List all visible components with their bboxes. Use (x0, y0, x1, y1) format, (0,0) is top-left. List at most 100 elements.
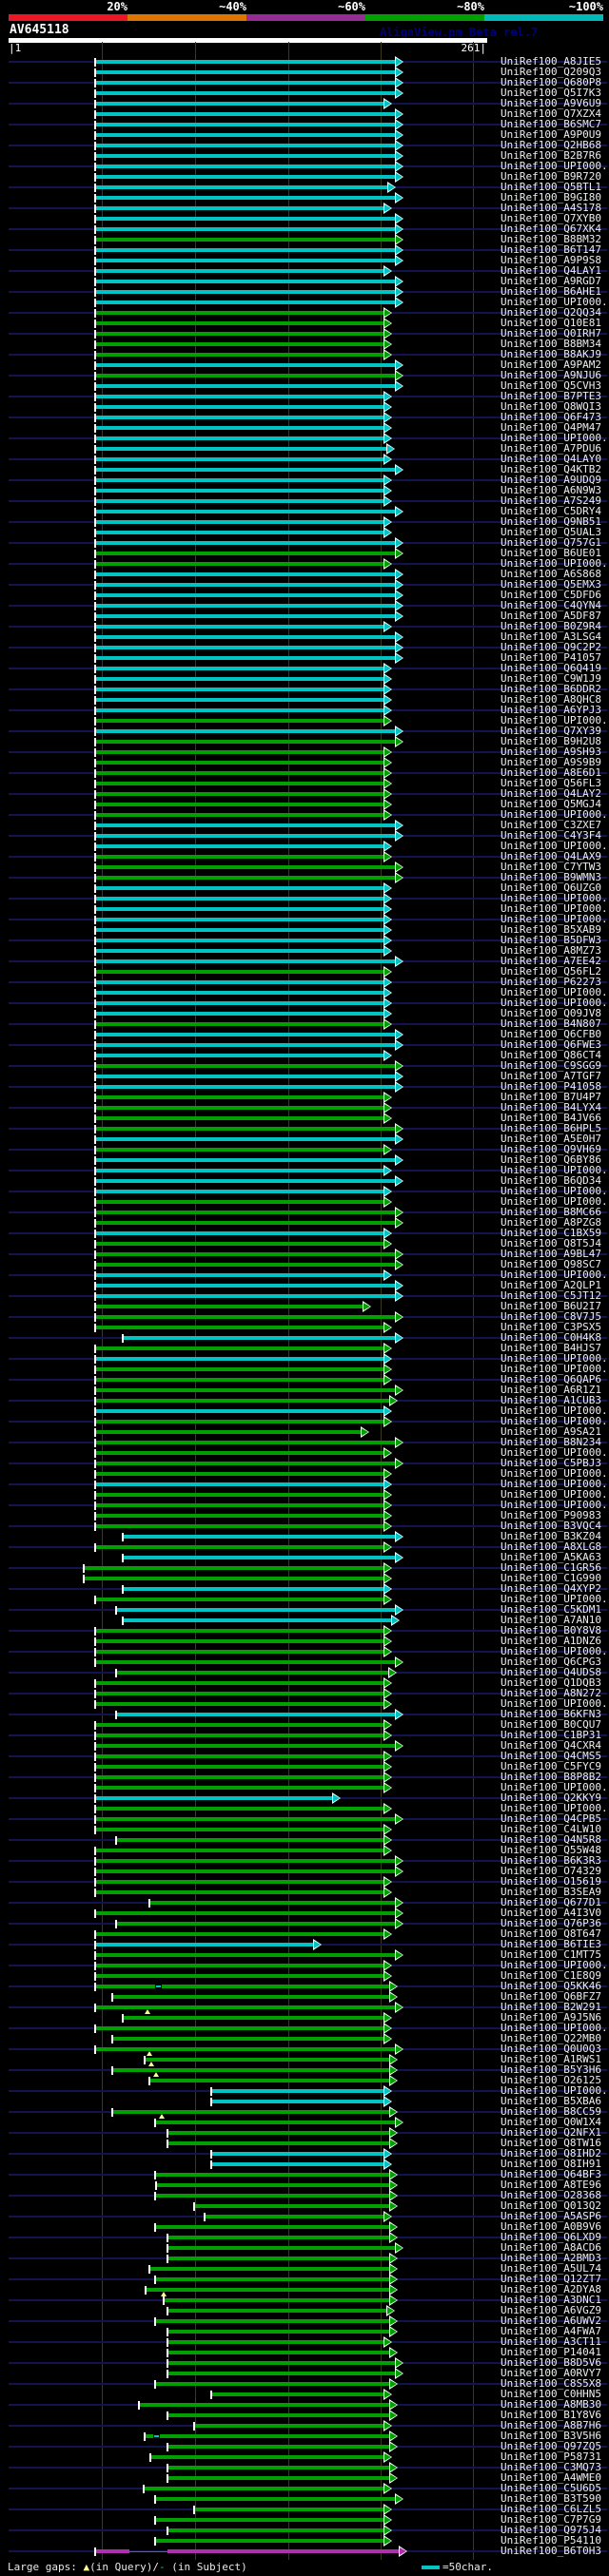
alignment-bar[interactable] (167, 2549, 401, 2553)
alignment-bar[interactable] (211, 2162, 385, 2166)
alignment-bar[interactable] (95, 1754, 385, 1758)
alignment-bar[interactable] (95, 1273, 385, 1277)
alignment-bar[interactable] (95, 2047, 397, 2051)
alignment-bar[interactable] (95, 1880, 385, 1884)
alignment-bar[interactable] (95, 635, 397, 639)
alignment-bar[interactable] (95, 1242, 385, 1246)
alignment-bar[interactable] (95, 1085, 397, 1089)
alignment-bar[interactable] (95, 1985, 391, 1988)
alignment-bar[interactable] (155, 2121, 397, 2124)
alignment-bar[interactable] (211, 2100, 385, 2103)
alignment-bar[interactable] (95, 834, 397, 838)
alignment-bar[interactable] (95, 1221, 397, 1225)
alignment-bar[interactable] (95, 1932, 385, 1936)
alignment-bar[interactable] (145, 2058, 391, 2062)
alignment-bar[interactable] (123, 1618, 393, 1622)
alignment-bar[interactable] (95, 353, 385, 357)
alignment-bar[interactable] (194, 2204, 391, 2208)
alignment-bar[interactable] (167, 2413, 391, 2417)
alignment-bar[interactable] (95, 1964, 385, 1967)
alignment-bar[interactable] (95, 939, 385, 942)
alignment-bar[interactable] (155, 2319, 391, 2323)
alignment-bar[interactable] (95, 813, 385, 817)
alignment-bar[interactable] (95, 227, 397, 231)
alignment-bar[interactable] (95, 91, 397, 95)
alignment-bar[interactable] (95, 1775, 385, 1779)
alignment-bar[interactable] (95, 1346, 385, 1350)
alignment-bar[interactable] (95, 269, 385, 273)
alignment-bar[interactable] (95, 468, 397, 472)
alignment-bar[interactable] (95, 133, 397, 137)
alignment-bar[interactable] (95, 823, 397, 827)
alignment-bar[interactable] (95, 259, 397, 262)
alignment-bar[interactable] (194, 2508, 385, 2511)
alignment-bar[interactable] (95, 583, 397, 587)
alignment-bar[interactable] (167, 2340, 385, 2344)
alignment-bar[interactable] (123, 1336, 397, 1340)
alignment-bar[interactable] (95, 311, 385, 315)
alignment-bar[interactable] (95, 1305, 364, 1308)
alignment-bar[interactable] (95, 991, 385, 995)
alignment-bar[interactable] (95, 698, 385, 702)
alignment-bar[interactable] (167, 2246, 397, 2250)
alignment-bar[interactable] (95, 750, 385, 754)
alignment-bar[interactable] (95, 1001, 385, 1005)
alignment-bar[interactable] (95, 1399, 391, 1403)
alignment-bar[interactable] (95, 1106, 385, 1110)
alignment-bar[interactable] (95, 1054, 385, 1057)
alignment-bar[interactable] (95, 238, 397, 242)
alignment-bar[interactable] (84, 1566, 385, 1570)
alignment-bar[interactable] (123, 1556, 397, 1559)
alignment-bar[interactable] (116, 1922, 397, 1926)
alignment-bar[interactable] (95, 1796, 334, 1800)
alignment-bar[interactable] (155, 2497, 397, 2501)
alignment-bar[interactable] (95, 1075, 397, 1078)
alignment-bar[interactable] (167, 2330, 391, 2334)
alignment-bar[interactable] (95, 1012, 385, 1016)
alignment-bar[interactable] (149, 2079, 391, 2082)
alignment-bar[interactable] (155, 2225, 391, 2229)
alignment-bar[interactable] (145, 2434, 391, 2438)
alignment-bar[interactable] (167, 2445, 391, 2449)
alignment-bar[interactable] (167, 2528, 385, 2532)
alignment-bar[interactable] (95, 206, 385, 210)
alignment-bar[interactable] (95, 1116, 385, 1120)
alignment-bar[interactable] (95, 1367, 385, 1371)
alignment-bar[interactable] (95, 656, 397, 660)
alignment-bar[interactable] (156, 2183, 391, 2187)
alignment-bar[interactable] (155, 2277, 391, 2281)
alignment-bar[interactable] (95, 949, 385, 953)
alignment-bar[interactable] (95, 855, 385, 859)
alignment-bar[interactable] (95, 1190, 385, 1193)
alignment-bar[interactable] (84, 1577, 385, 1580)
alignment-bar[interactable] (95, 719, 385, 723)
alignment-bar[interactable] (95, 70, 397, 74)
alignment-bar[interactable] (95, 1733, 385, 1737)
alignment-bar[interactable] (95, 1629, 385, 1633)
alignment-bar[interactable] (95, 405, 385, 409)
alignment-bar[interactable] (95, 384, 397, 388)
alignment-bar[interactable] (95, 1043, 397, 1047)
alignment-bar[interactable] (95, 1817, 397, 1821)
alignment-bar[interactable] (95, 593, 397, 597)
alignment-bar[interactable] (95, 217, 397, 221)
alignment-bar[interactable] (95, 1064, 397, 1068)
alignment-bar[interactable] (164, 2298, 391, 2302)
alignment-bar[interactable] (95, 489, 385, 493)
alignment-bar[interactable] (95, 1252, 397, 1256)
alignment-bar[interactable] (95, 708, 385, 712)
alignment-bar[interactable] (95, 290, 397, 294)
alignment-bar[interactable] (95, 1828, 385, 1831)
alignment-bar[interactable] (95, 677, 385, 681)
alignment-bar[interactable] (95, 1451, 385, 1455)
alignment-bar[interactable] (95, 1472, 385, 1476)
alignment-bar[interactable] (95, 457, 385, 461)
alignment-bar[interactable] (123, 2016, 385, 2020)
alignment-bar[interactable] (95, 531, 385, 534)
alignment-bar[interactable] (95, 1598, 385, 1601)
subject-label[interactable]: UniRef100_B6T0H3 (501, 2546, 601, 2556)
alignment-bar[interactable] (95, 562, 385, 566)
alignment-bar[interactable] (95, 729, 397, 733)
alignment-bar[interactable] (95, 1849, 385, 1852)
alignment-bar[interactable] (95, 614, 397, 618)
